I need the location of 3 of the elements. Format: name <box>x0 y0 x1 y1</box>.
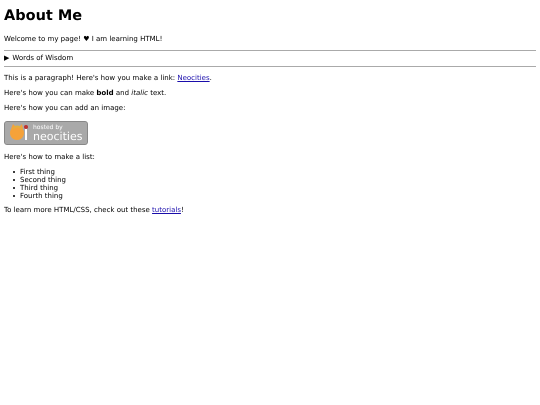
badge-logo-text: neocities <box>33 130 82 142</box>
mascot-icon <box>8 123 30 143</box>
page-title: About Me <box>4 8 84 25</box>
